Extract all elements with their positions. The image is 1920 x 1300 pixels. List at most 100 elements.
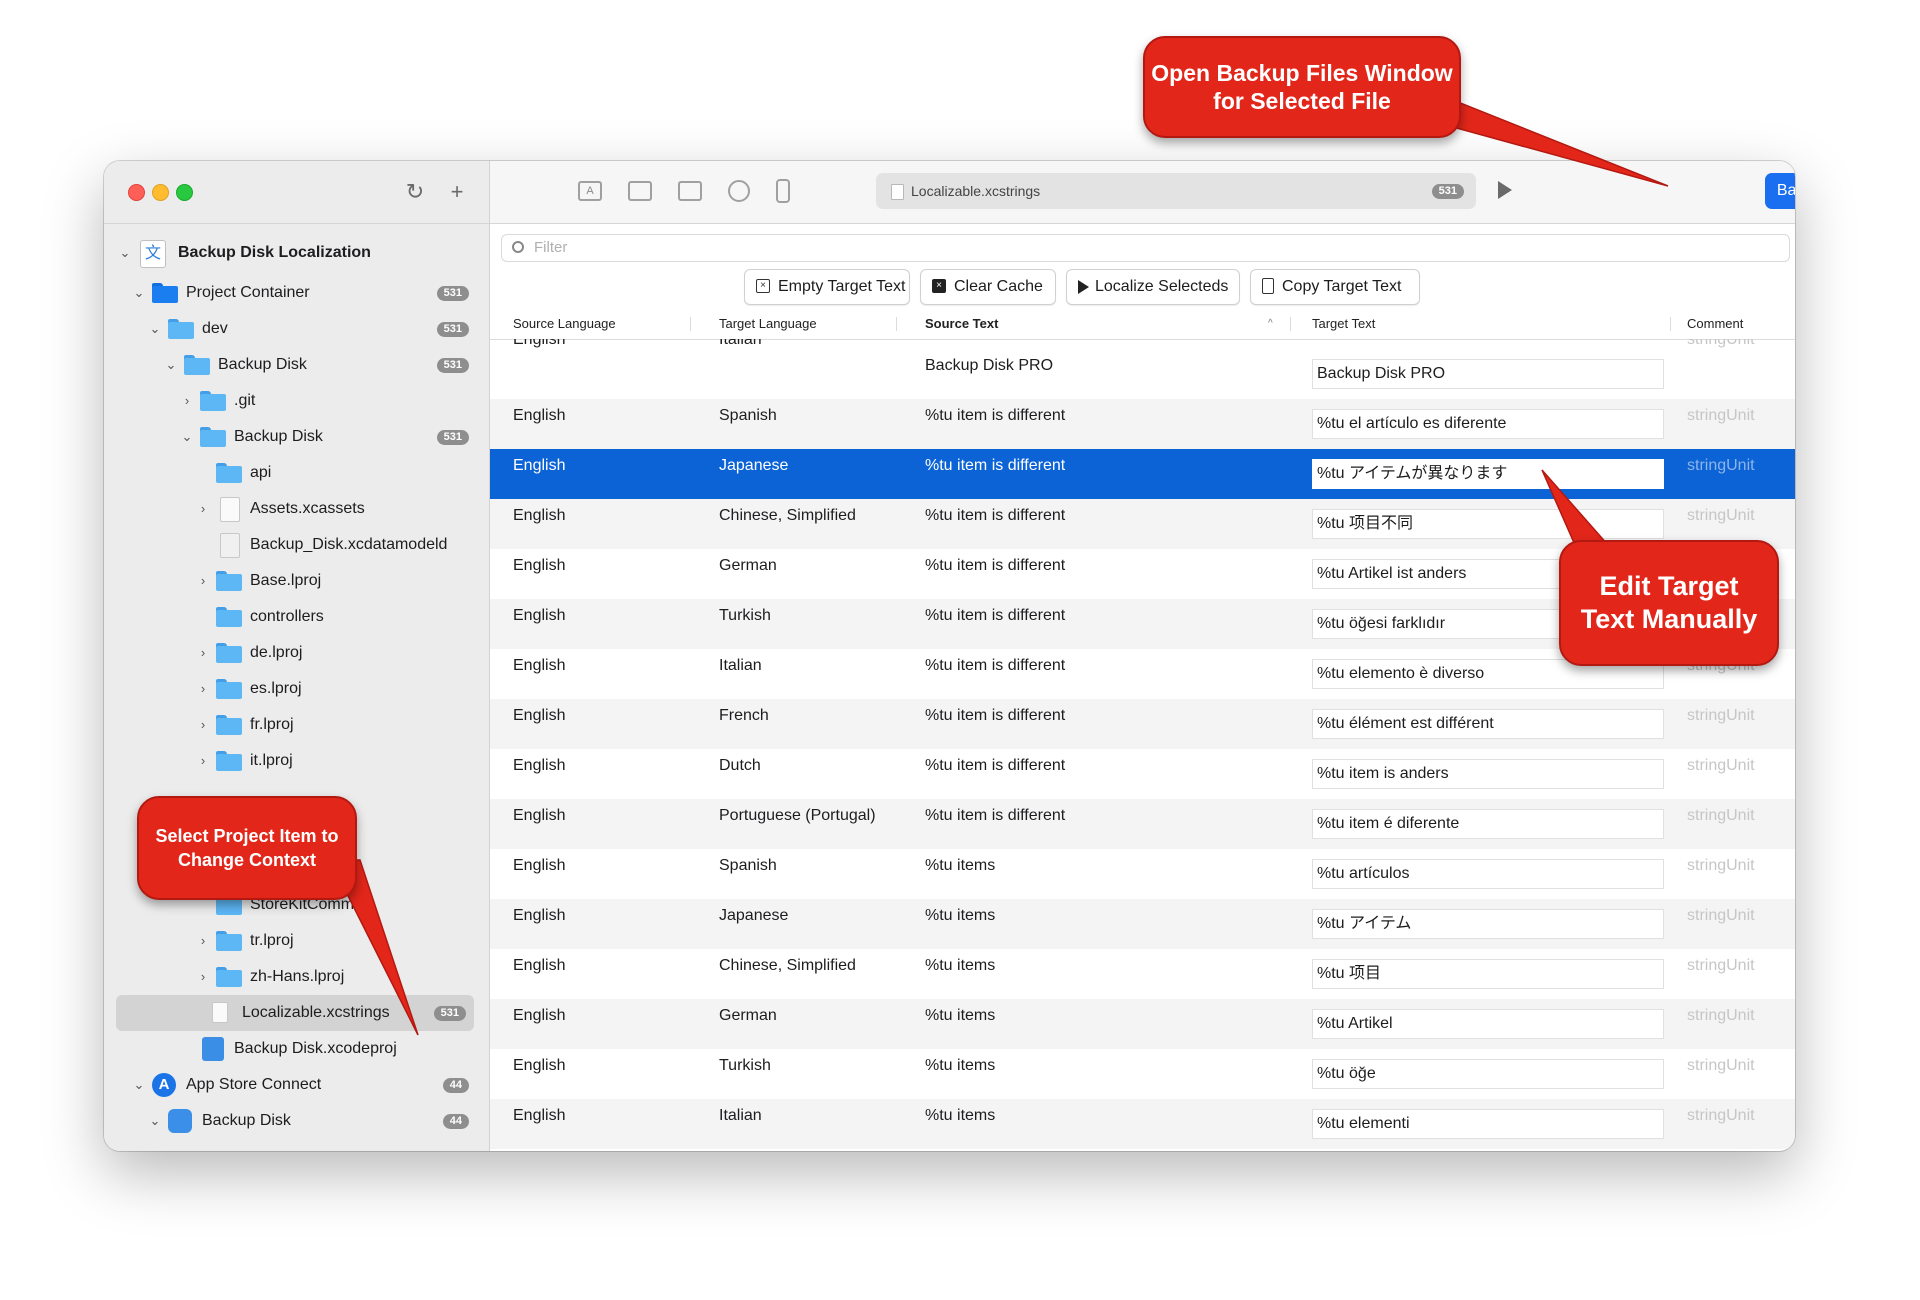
column-header-target-language[interactable]: Target Language bbox=[719, 309, 817, 339]
clear-cache-button[interactable]: × Clear Cache bbox=[920, 269, 1056, 305]
target-text-input[interactable]: Backup Disk PRO bbox=[1312, 359, 1664, 389]
column-header-comment[interactable]: Comment bbox=[1687, 309, 1743, 339]
folder-icon bbox=[216, 607, 242, 627]
tree-item-fr-lproj[interactable]: › fr.lproj bbox=[104, 707, 489, 743]
tree-item-assets[interactable]: › Assets.xcassets bbox=[104, 491, 489, 527]
chevron-down-icon[interactable]: ⌄ bbox=[118, 233, 132, 273]
add-icon[interactable]: + bbox=[442, 177, 472, 207]
column-separator bbox=[896, 317, 897, 331]
target-text-input[interactable]: %tu item is anders bbox=[1312, 759, 1664, 789]
table-row[interactable]: EnglishFrench%tu items%tu élémentsstring… bbox=[490, 1149, 1795, 1151]
chevron-down-icon[interactable]: ⌄ bbox=[180, 419, 194, 455]
column-separator bbox=[690, 317, 691, 331]
table-row[interactable]: English Japanese %tu items %tu アイテム stringUn… bbox=[490, 899, 1795, 949]
tree-item-it-lproj[interactable]: › it.lproj bbox=[104, 743, 489, 779]
target-text-input[interactable]: %tu el artículo es diferente bbox=[1312, 409, 1664, 439]
close-window-button[interactable] bbox=[128, 184, 145, 201]
tree-item-backup-disk[interactable]: ⌄ Backup Disk 531 bbox=[104, 347, 489, 383]
table-row[interactable]: English Chinese, Simplified %tu items %tu 项… bbox=[490, 949, 1795, 999]
rectangle-icon[interactable] bbox=[678, 181, 702, 201]
image-icon[interactable] bbox=[628, 181, 652, 201]
chevron-down-icon[interactable]: ⌄ bbox=[132, 275, 146, 311]
tree-item-project-root[interactable]: ⌄ 文 Backup Disk Localization bbox=[104, 233, 489, 273]
target-text-input[interactable]: %tu アイテム bbox=[1312, 909, 1664, 939]
table-row[interactable]: English Portuguese (Portugal) %tu item is … bbox=[490, 799, 1795, 849]
sidebar: ↻ + ⌄ 文 Backup Disk Localization ⌄ Proje… bbox=[104, 161, 490, 1151]
target-text-input[interactable]: %tu item é diferente bbox=[1312, 809, 1664, 839]
cell-source-text: %tu items bbox=[925, 1107, 996, 1124]
column-header-source-language[interactable]: Source Language bbox=[513, 309, 616, 339]
target-text-input[interactable]: %tu öğe bbox=[1312, 1059, 1664, 1089]
chevron-right-icon[interactable]: › bbox=[196, 959, 210, 995]
localize-selecteds-button[interactable]: Localize Selecteds bbox=[1066, 269, 1240, 305]
filter-input[interactable]: Filter bbox=[501, 234, 1790, 262]
copy-target-text-button[interactable]: Copy Target Text bbox=[1250, 269, 1420, 305]
tree-item-xcodeproj[interactable]: Backup Disk.xcodeproj bbox=[104, 1031, 489, 1067]
tree-item-project-container[interactable]: ⌄ Project Container 531 bbox=[104, 275, 489, 311]
tree-item-base-lproj[interactable]: › Base.lproj bbox=[104, 563, 489, 599]
table-row[interactable]: English Japanese %tu item is different %tu … bbox=[490, 449, 1795, 499]
table-row[interactable]: English Italian Backup Disk PRO Backup D… bbox=[490, 339, 1795, 399]
tree-item-de-lproj[interactable]: › de.lproj bbox=[104, 635, 489, 671]
column-header-target-text[interactable]: Target Text bbox=[1312, 309, 1375, 339]
tree-item-backup-disk-app[interactable]: ⌄ Backup Disk 44 bbox=[104, 1103, 489, 1139]
cell-comment: stringUnit bbox=[1687, 957, 1755, 974]
target-text-input[interactable]: %tu artículos bbox=[1312, 859, 1664, 889]
tree-item-api[interactable]: api bbox=[104, 455, 489, 491]
chevron-down-icon[interactable]: ⌄ bbox=[148, 311, 162, 347]
target-text-input[interactable]: %tu Artikel bbox=[1312, 1009, 1664, 1039]
tree-item-git[interactable]: › .git bbox=[104, 383, 489, 419]
chevron-right-icon[interactable]: › bbox=[196, 707, 210, 743]
column-header-source-text[interactable]: Source Text bbox=[925, 309, 998, 339]
play-icon[interactable] bbox=[1498, 181, 1512, 199]
tree-item-localizable-xcstrings[interactable]: Localizable.xcstrings 531 bbox=[116, 995, 474, 1031]
chevron-right-icon[interactable]: › bbox=[196, 671, 210, 707]
folder-icon bbox=[184, 355, 210, 375]
table-row[interactable]: English French %tu item is different %tu él… bbox=[490, 699, 1795, 749]
chevron-right-icon[interactable]: › bbox=[196, 491, 210, 527]
folder-icon bbox=[216, 679, 242, 699]
cell-source-text: %tu items bbox=[925, 907, 996, 924]
chevron-right-icon[interactable]: › bbox=[196, 635, 210, 671]
chevron-down-icon[interactable]: ⌄ bbox=[132, 1067, 146, 1103]
table-row[interactable]: English Spanish %tu items %tu artículos stri… bbox=[490, 849, 1795, 899]
target-text-input[interactable]: %tu 项目 bbox=[1312, 959, 1664, 989]
table-row[interactable]: English German %tu items %tu Artikel stringU… bbox=[490, 999, 1795, 1049]
count-badge: 44 bbox=[442, 1114, 469, 1129]
chevron-right-icon[interactable]: › bbox=[196, 923, 210, 959]
target-text-input[interactable]: %tu アイテムが異なります bbox=[1312, 459, 1664, 489]
tree-item-es-lproj[interactable]: › es.lproj bbox=[104, 671, 489, 707]
tree-item-datamodel[interactable]: Backup_Disk.xcdatamodeld bbox=[104, 527, 489, 563]
table-row[interactable]: English Turkish %tu items %tu öğe stringUnit bbox=[490, 1049, 1795, 1099]
backups-button[interactable]: Backups (12) bbox=[1765, 173, 1795, 209]
empty-target-text-button[interactable]: × Empty Target Text bbox=[744, 269, 910, 305]
tree-item-dev[interactable]: ⌄ dev 531 bbox=[104, 311, 489, 347]
cell-target-language: Chinese, Simplified bbox=[719, 507, 856, 524]
file-path-bar[interactable]: Localizable.xcstrings 531 bbox=[876, 173, 1476, 209]
tree-item-app-store-connect[interactable]: ⌄ A App Store Connect 44 bbox=[104, 1067, 489, 1103]
refresh-icon[interactable]: ↻ bbox=[400, 177, 430, 207]
chevron-down-icon[interactable]: ⌄ bbox=[148, 1103, 162, 1139]
target-text-input[interactable]: %tu elementi bbox=[1312, 1109, 1664, 1139]
tree-item-tr-lproj[interactable]: › tr.lproj bbox=[104, 923, 489, 959]
cell-source-language: English bbox=[513, 907, 566, 924]
minimize-window-button[interactable] bbox=[152, 184, 169, 201]
device-icon[interactable] bbox=[776, 179, 790, 203]
table-row[interactable]: English Dutch %tu item is different %tu ite… bbox=[490, 749, 1795, 799]
zoom-window-button[interactable] bbox=[176, 184, 193, 201]
tree-item-controllers[interactable]: controllers bbox=[104, 599, 489, 635]
callout-text: Open Backup Files Window for Selected Fi… bbox=[1151, 60, 1453, 114]
chevron-right-icon[interactable]: › bbox=[196, 563, 210, 599]
table-row[interactable]: English Italian %tu items %tu elementi strin… bbox=[490, 1099, 1795, 1149]
table-row[interactable]: English Spanish %tu item is different %tu e… bbox=[490, 399, 1795, 449]
chevron-right-icon[interactable]: › bbox=[196, 743, 210, 779]
tree-item-zh-hans-lproj[interactable]: › zh-Hans.lproj bbox=[104, 959, 489, 995]
chevron-down-icon[interactable]: ⌄ bbox=[164, 347, 178, 383]
circle-icon[interactable] bbox=[728, 180, 750, 202]
cell-source-language: English bbox=[513, 507, 566, 524]
target-text-input[interactable]: %tu 项目不同 bbox=[1312, 509, 1664, 539]
target-text-input[interactable]: %tu élément est différent bbox=[1312, 709, 1664, 739]
text-style-icon[interactable]: A bbox=[578, 181, 602, 201]
tree-item-backup-disk-inner[interactable]: ⌄ Backup Disk 531 bbox=[104, 419, 489, 455]
chevron-right-icon[interactable]: › bbox=[180, 383, 194, 419]
